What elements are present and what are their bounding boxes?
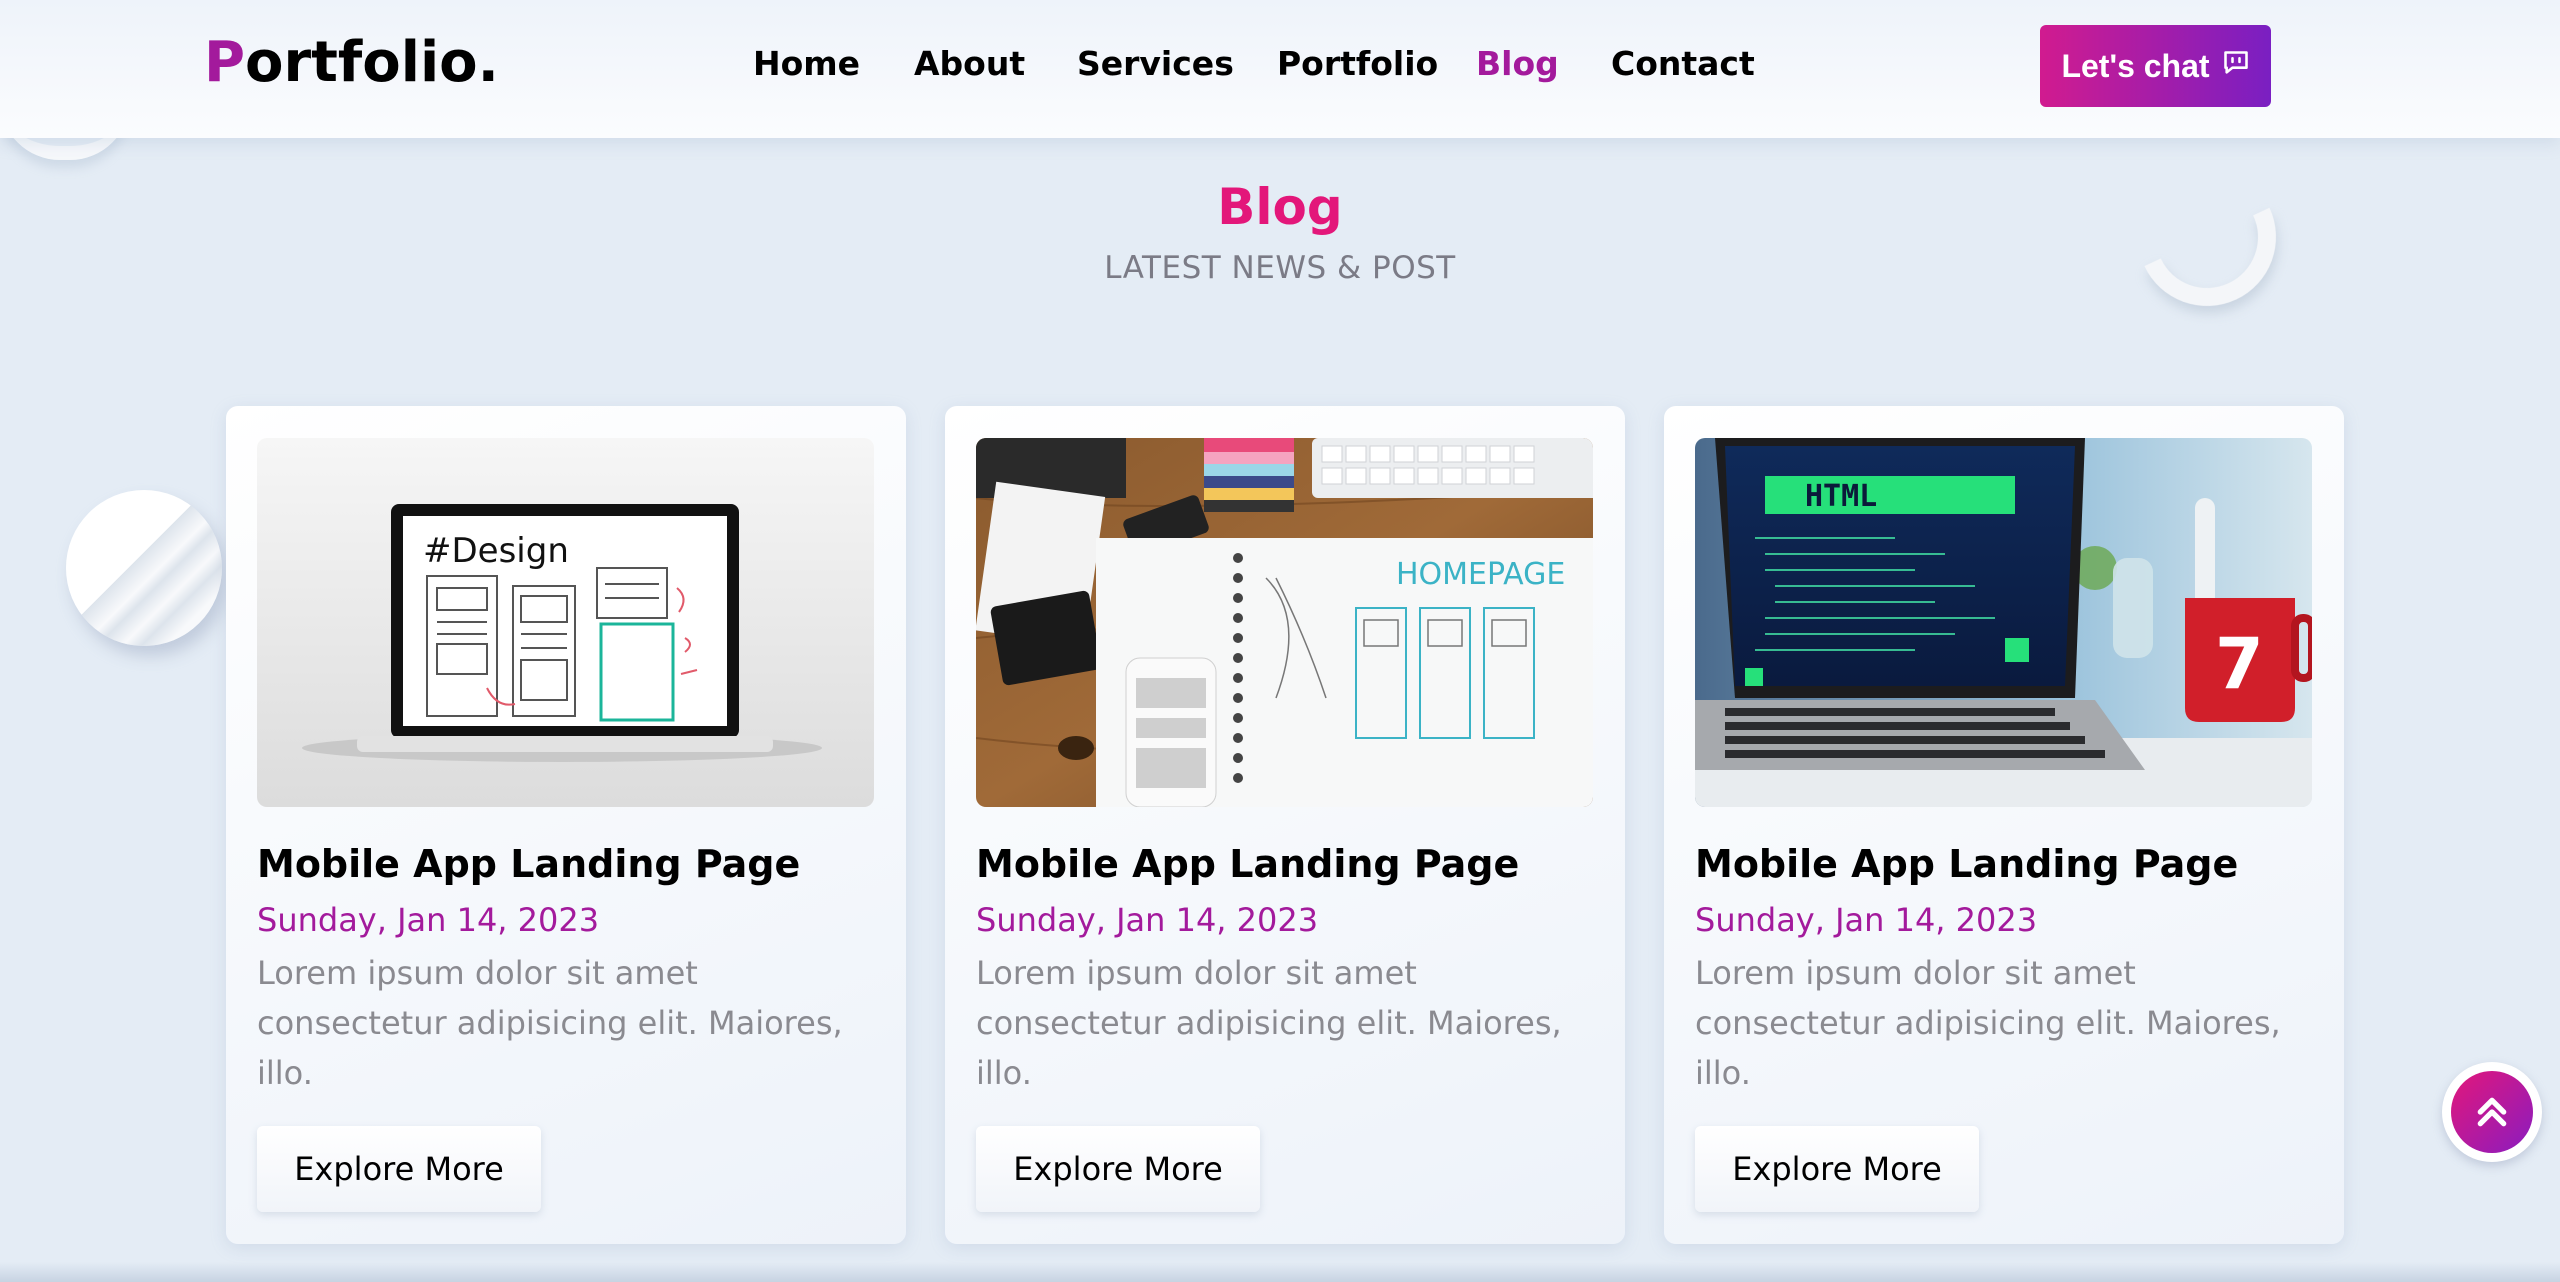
image-caption: 7 (2215, 623, 2264, 705)
desk-homepage-sketch-image[interactable]: HOMEPAGE (976, 438, 1593, 807)
section-title: Blog (1217, 178, 1343, 236)
image-caption: HOMEPAGE (1396, 557, 1565, 592)
logo-initial: P (204, 30, 246, 95)
card-text: Lorem ipsum dolor sit amet consectetur a… (1695, 954, 2281, 1092)
lets-chat-label: Let's chat (2061, 47, 2210, 84)
chat-bubble-icon (2222, 48, 2250, 85)
explore-more-button[interactable]: Explore More (257, 1126, 541, 1212)
image-caption: #Design (423, 531, 569, 571)
laptop-design-wireframe-image[interactable]: #Design (257, 438, 874, 807)
site-header: Portfolio. Home About Services Portfolio… (0, 0, 2560, 138)
card-title[interactable]: Mobile App Landing Page (257, 842, 800, 886)
nav-home[interactable]: Home (753, 44, 860, 84)
nav-services[interactable]: Services (1077, 44, 1234, 84)
explore-more-button[interactable]: Explore More (1695, 1126, 1979, 1212)
lets-chat-button[interactable]: Let's chat (2040, 25, 2271, 107)
card-title[interactable]: Mobile App Landing Page (976, 842, 1519, 886)
blog-card: 7 HTML Mobile App Landing Page Sunday, J… (1664, 406, 2344, 1244)
card-text: Lorem ipsum dolor sit amet consectetur a… (976, 954, 1562, 1092)
logo-text: ortfolio. (245, 30, 499, 95)
bottom-shadow (0, 1262, 2560, 1282)
card-date: Sunday, Jan 14, 2023 (976, 901, 1319, 939)
nav-about[interactable]: About (914, 44, 1025, 84)
card-title[interactable]: Mobile App Landing Page (1695, 842, 2238, 886)
image-caption: HTML (1805, 479, 1877, 514)
explore-more-button[interactable]: Explore More (976, 1126, 1260, 1212)
scroll-to-top-button[interactable] (2442, 1062, 2542, 1162)
card-date: Sunday, Jan 14, 2023 (257, 901, 600, 939)
nav-portfolio[interactable]: Portfolio (1277, 44, 1438, 84)
logo[interactable]: Portfolio. (204, 30, 499, 95)
blog-card: HOMEPAGE Mobile App Landing Page Sunday,… (945, 406, 1625, 1244)
laptop-html-code-image[interactable]: 7 HTML (1695, 438, 2312, 807)
card-text: Lorem ipsum dolor sit amet consectetur a… (257, 954, 843, 1092)
double-chevron-up-icon (2451, 1071, 2533, 1153)
decorative-ball (66, 490, 222, 646)
card-date: Sunday, Jan 14, 2023 (1695, 901, 2038, 939)
decorative-arc (2118, 148, 2296, 326)
nav-blog[interactable]: Blog (1476, 44, 1559, 84)
blog-card: #Design Mobile App Landing Page Sunday, … (226, 406, 906, 1244)
nav-contact[interactable]: Contact (1611, 44, 1755, 84)
section-subtitle: LATEST NEWS & POST (1104, 250, 1456, 286)
